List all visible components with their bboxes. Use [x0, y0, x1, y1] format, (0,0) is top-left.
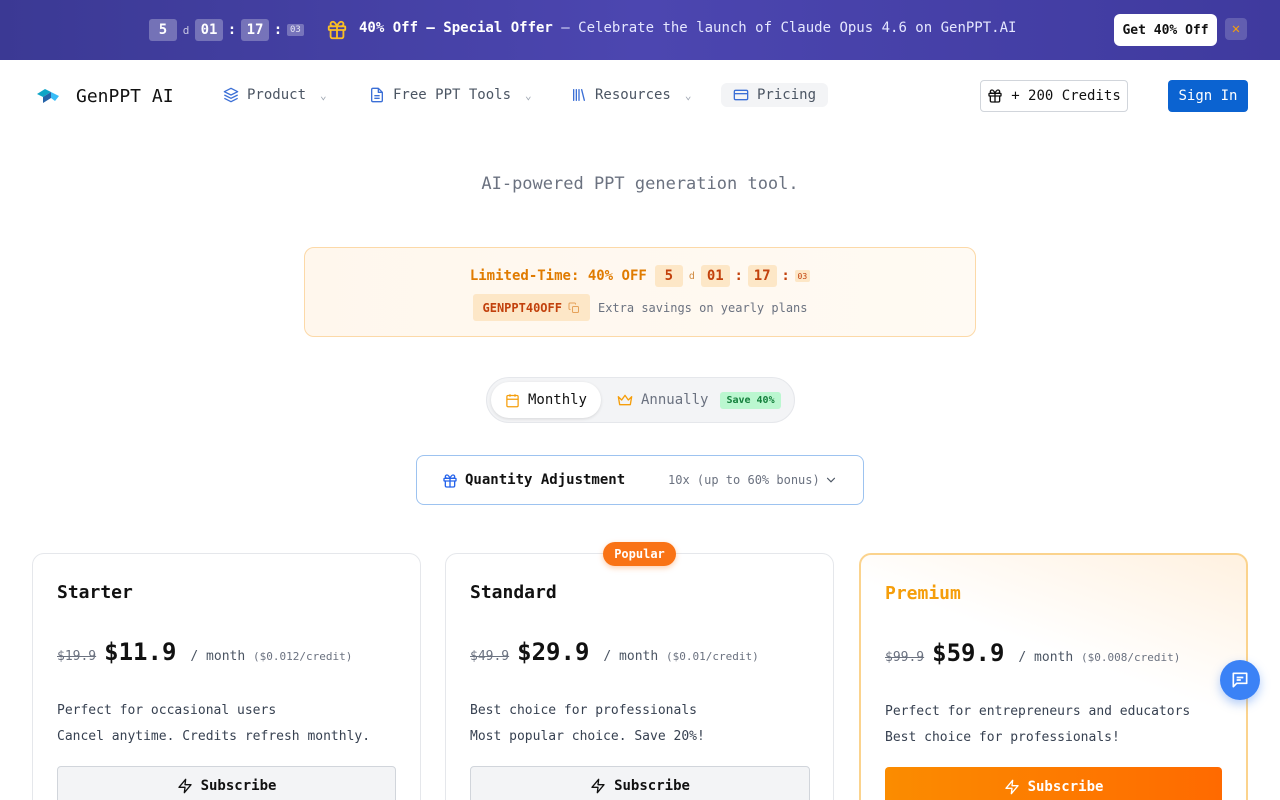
library-icon	[573, 89, 585, 101]
limited-time-label: Limited-Time: 40% OFF	[469, 268, 647, 284]
offer-countdown-colon: :	[781, 268, 790, 284]
chevron-down-icon: ⌄	[525, 88, 532, 102]
plan-card-standard: Standard $49.9 $29.9 / month ($0.01/cred…	[445, 553, 834, 800]
promo-banner: 5 d 01 : 17 : 03 40% Off — Special Offer…	[0, 0, 1280, 60]
billing-monthly-tab[interactable]: Monthly	[491, 382, 601, 418]
nav-product-label: Product	[247, 87, 307, 103]
plan-price: $29.9	[517, 638, 590, 666]
offer-countdown-minutes: 17	[747, 265, 777, 287]
plan-old-price: $49.9	[470, 649, 510, 664]
plan-period: / month ($0.008/credit)	[1018, 650, 1181, 665]
offer-countdown-days-unit: d	[688, 270, 695, 282]
top-nav: GenPPT AI Product ⌄ Free PPT Tools ⌄ Res…	[0, 60, 1280, 132]
offer-countdown-hours: 01	[700, 265, 730, 287]
plan-description: Perfect for entrepreneurs and educators …	[885, 704, 1191, 745]
brand-name: GenPPT AI	[76, 86, 174, 107]
billing-monthly-label: Monthly	[527, 392, 587, 408]
credit-card-icon	[733, 89, 749, 101]
plan-period: / month ($0.01/credit)	[603, 649, 759, 664]
nav-pricing-label: Pricing	[757, 87, 817, 103]
quantity-value: 10x (up to 60% bonus)	[668, 473, 820, 487]
coupon-note: Extra savings on yearly plans	[597, 300, 808, 315]
gift-icon	[443, 474, 457, 488]
popular-badge: Popular	[603, 542, 676, 566]
plan-old-price: $99.9	[885, 650, 925, 665]
crown-icon	[617, 394, 633, 406]
billing-annually-tab[interactable]: Annually Save 40%	[617, 382, 781, 418]
layers-icon	[223, 87, 239, 103]
countdown-days-unit: d	[182, 23, 190, 37]
coupon-code[interactable]: GENPPT40OFF	[472, 294, 590, 321]
subscribe-button[interactable]: Subscribe	[470, 766, 810, 800]
plan-per-credit: ($0.008/credit)	[1081, 651, 1181, 664]
document-icon	[371, 87, 383, 103]
plan-per-credit: ($0.012/credit)	[253, 650, 353, 663]
plan-per-credit: ($0.01/credit)	[666, 650, 759, 663]
page-subtitle: AI-powered PPT generation tool.	[481, 174, 799, 194]
billing-toggle: Monthly Annually Save 40%	[486, 377, 795, 423]
plan-price: $59.9	[932, 639, 1005, 667]
chat-icon	[1232, 672, 1248, 688]
chat-button[interactable]	[1220, 660, 1260, 700]
quantity-select[interactable]: Quantity Adjustment 10x (up to 60% bonus…	[416, 455, 864, 505]
nav-pricing[interactable]: Pricing	[721, 83, 829, 107]
get-discount-button[interactable]: Get 40% Off	[1114, 14, 1217, 46]
credits-label: + 200 Credits	[1011, 88, 1121, 104]
subscribe-label: Subscribe	[200, 778, 277, 794]
gift-icon	[327, 20, 347, 40]
coupon-code-text: GENPPT40OFF	[482, 300, 562, 315]
promo-headline: 40% Off — Special Offer	[359, 20, 553, 36]
quantity-label: Quantity Adjustment	[465, 472, 626, 488]
close-icon[interactable]: ✕	[1225, 18, 1247, 40]
chevron-down-icon: ⌄	[320, 88, 327, 102]
plan-card-starter: Starter $19.9 $11.9 / month ($0.012/cred…	[32, 553, 421, 800]
plan-description: Perfect for occasional users Cancel anyt…	[57, 703, 371, 744]
copy-icon[interactable]	[568, 302, 580, 314]
billing-annually-label: Annually	[641, 392, 709, 408]
nav-resources-label: Resources	[595, 87, 671, 103]
countdown-colon: :	[227, 22, 237, 38]
plan-description: Best choice for professionals Most popul…	[470, 703, 705, 744]
subscribe-label: Subscribe	[1027, 779, 1104, 795]
promo-message: 40% Off — Special Offer — Celebrate the …	[359, 20, 1016, 36]
plan-period: / month ($0.012/credit)	[190, 649, 353, 664]
gift-icon	[988, 89, 1002, 103]
chevron-down-icon	[826, 477, 836, 483]
zap-icon	[177, 778, 192, 794]
promo-countdown: 5 d 01 : 17 : 03	[149, 19, 304, 41]
promo-rest: — Celebrate the launch of Claude Opus 4.…	[552, 20, 1017, 36]
subscribe-button[interactable]: Subscribe	[885, 767, 1222, 800]
limited-time-offer: Limited-Time: 40% OFF 5 d 01 : 17 : 03 G…	[304, 247, 976, 337]
save-badge: Save 40%	[720, 391, 781, 409]
countdown-days: 5	[149, 19, 177, 41]
plan-name: Starter	[57, 582, 133, 603]
offer-countdown-colon: :	[734, 268, 743, 284]
calendar-icon	[506, 393, 519, 407]
countdown-colon: :	[273, 22, 283, 38]
chevron-down-icon: ⌄	[684, 88, 692, 102]
nav-free-ppt-tools-label: Free PPT Tools	[393, 87, 512, 103]
countdown-ms: 03	[287, 24, 304, 36]
nav-free-ppt-tools[interactable]: Free PPT Tools ⌄	[369, 87, 532, 103]
sign-in-button[interactable]: Sign In	[1168, 80, 1248, 112]
plan-card-premium: Premium $99.9 $59.9 / month ($0.008/cred…	[859, 553, 1248, 800]
nav-resources[interactable]: Resources ⌄	[571, 87, 691, 103]
plan-name: Standard	[470, 582, 557, 603]
logo-icon	[37, 89, 59, 103]
offer-countdown-ms: 03	[794, 270, 811, 282]
zap-icon	[591, 778, 605, 794]
nav-product[interactable]: Product ⌄	[223, 87, 327, 103]
subscribe-button[interactable]: Subscribe	[57, 766, 396, 800]
countdown-hours: 01	[195, 19, 223, 41]
countdown-minutes: 17	[241, 19, 269, 41]
plan-name: Premium	[885, 583, 961, 604]
credits-button[interactable]: + 200 Credits	[980, 80, 1128, 112]
subscribe-label: Subscribe	[614, 778, 690, 794]
zap-icon	[1004, 779, 1019, 795]
offer-countdown-days: 5	[654, 265, 683, 287]
plan-old-price: $19.9	[57, 649, 97, 664]
plan-price: $11.9	[104, 638, 177, 666]
